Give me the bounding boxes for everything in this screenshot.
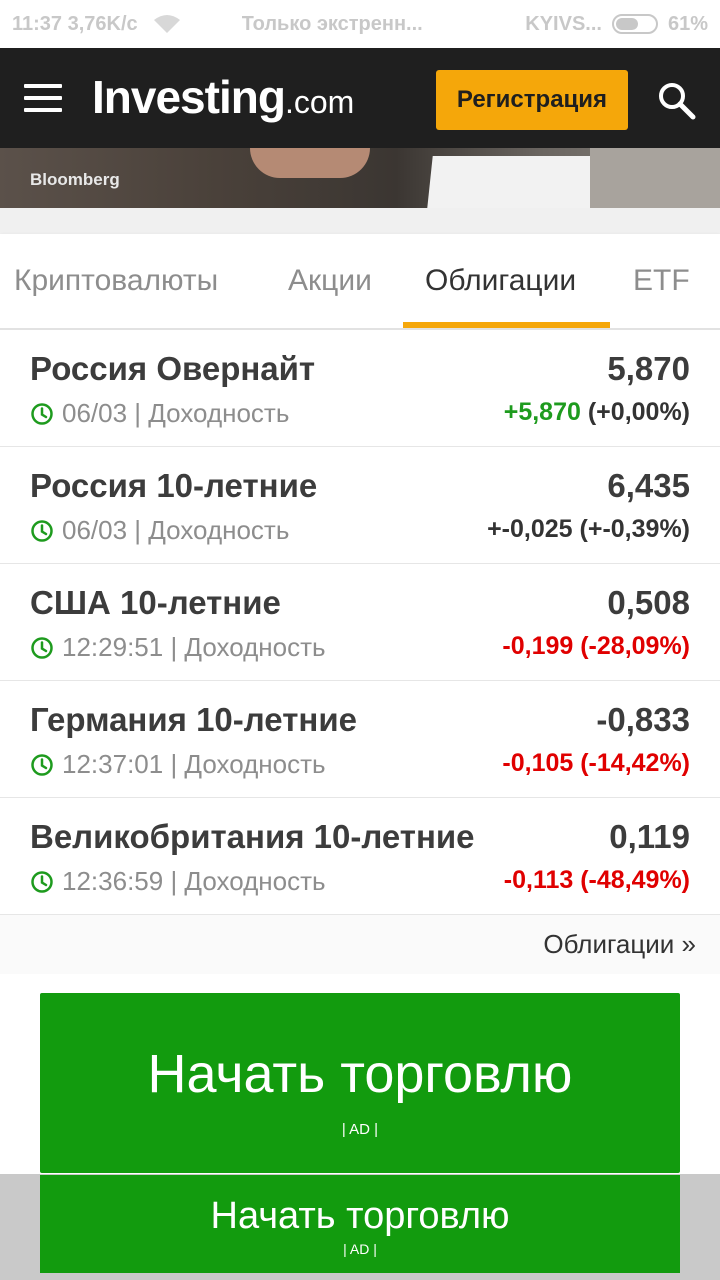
status-battery: 61% [667,12,708,35]
bond-change: -0,105 (-14,42%) [502,749,690,778]
bond-change-abs: -0,113 [503,866,574,894]
bond-name: Россия 10-летние [30,467,318,504]
bond-change-pct: (+0,00%) [587,398,690,426]
meta-separator: | [163,866,185,896]
bond-change: -0,113 (-48,49%) [504,866,690,895]
register-button[interactable]: Регистрация [436,70,628,130]
status-right: KYIVS... 61% [525,13,708,36]
bond-type-label: Доходность [184,866,326,896]
clock-icon [31,753,53,776]
bond-name: США 10-летние [30,584,281,621]
bond-change-pct: (-28,09%) [580,632,690,660]
bond-change: +5,870 (+0,00%) [504,398,690,427]
menu-icon[interactable] [24,84,62,112]
bond-type-label: Доходность [184,632,326,662]
app-header: Investing.com Регистрация [0,48,720,148]
bond-time: 12:29:51 [62,632,164,662]
bond-type-label: Доходность [184,749,326,779]
bond-change-abs: -0,199 [502,632,574,660]
meta-separator: | [163,749,185,779]
markets-card: Криптовалюты Акции Облигации ETF Россия … [0,234,720,974]
status-bar: 11:37 3,76K/c Только экстренн... KYIVS..… [0,0,720,48]
bond-meta: 06/03 | Доходность [30,398,289,429]
bond-change-abs: +5,870 [503,398,581,426]
tab-stocks[interactable]: Акции [288,264,372,298]
status-time: 11:37 3,76K/c [12,12,138,35]
investing-logo[interactable]: Investing.com [92,70,354,124]
wifi-icon [153,15,180,33]
bond-name: Россия Овернайт [30,350,316,387]
bond-name: Германия 10-летние [30,701,357,738]
sticky-ad-title: Начать торговлю [210,1195,510,1237]
market-tabs: Криптовалюты Акции Облигации ETF [0,234,720,330]
battery-icon [611,14,658,34]
bond-row[interactable]: Россия Овернайт 5,870 06/03 | Доходность +5… [0,330,720,447]
more-bonds-link[interactable]: Облигации » [543,929,696,960]
meta-separator: | [127,398,149,428]
more-bar: Облигации » [0,915,720,974]
tab-crypto[interactable]: Криптовалюты [14,264,218,298]
sticky-ad-tag: | AD | [343,1241,377,1257]
ad-title: Начать торговлю [147,1044,573,1104]
bond-change-abs: -0,105 [502,749,574,777]
bloomberg-watermark: Bloomberg [30,170,120,189]
bond-row[interactable]: Германия 10-летние -0,833 12:37:01 | Доход… [0,681,720,798]
bond-name: Великобритания 10-летние [30,818,475,855]
bond-meta: 12:37:01 | Доходность [30,749,326,780]
bond-change-pct: (-48,49%) [580,866,690,894]
bond-time: 06/03 [62,515,128,545]
clock-icon [31,402,53,425]
bond-change: +-0,025 (+-0,39%) [487,515,690,544]
bond-meta: 12:36:59 | Доходность [30,866,326,897]
bond-row[interactable]: Россия 10-летние 6,435 06/03 | Доходность +… [0,447,720,564]
image-hand [250,148,370,178]
search-icon[interactable] [656,80,696,120]
logo-brand: Investing [92,71,286,123]
image-book [590,148,720,208]
bond-time: 12:37:01 [62,749,164,779]
logo-suffix: .com [284,84,355,120]
bond-value: 6,435 [607,467,690,504]
bond-type-label: Доходность [148,398,290,428]
active-tab-indicator [403,322,610,328]
tab-etf[interactable]: ETF [633,264,690,298]
bond-row[interactable]: Великобритания 10-летние 0,119 12:36:59 | … [0,798,720,915]
ad-banner[interactable]: Начать торговлю | AD | [40,993,680,1173]
tab-bonds[interactable]: Облигации [425,264,576,298]
bond-meta: 12:29:51 | Доходность [30,632,326,663]
bond-meta: 06/03 | Доходность [30,515,289,546]
image-paper [427,156,613,208]
bond-value: 0,119 [609,818,690,855]
clock-icon [31,870,53,893]
sticky-ad-banner[interactable]: Начать торговлю | AD | [40,1175,680,1273]
bond-change: -0,199 (-28,09%) [502,632,690,661]
bond-change-abs: +-0,025 [487,515,573,543]
bond-value: 5,870 [607,350,690,387]
news-image[interactable]: Bloomberg [0,148,720,208]
clock-icon [31,519,53,542]
clock-icon [31,636,53,659]
bond-time: 12:36:59 [62,866,164,896]
ad-tag: | AD | [341,1121,379,1138]
bond-row[interactable]: США 10-летние 0,508 12:29:51 | Доходность -… [0,564,720,681]
bond-value: 0,508 [607,584,690,621]
bond-change-pct: (-14,42%) [580,749,690,777]
bond-value: -0,833 [596,701,690,738]
status-carrier: KYIVS... [525,12,602,35]
meta-separator: | [127,515,149,545]
meta-separator: | [163,632,185,662]
bond-type-label: Доходность [148,515,290,545]
status-notice: Только экстренн... [241,12,423,35]
bond-time: 06/03 [62,398,128,428]
bond-change-pct: (+-0,39%) [579,515,690,543]
